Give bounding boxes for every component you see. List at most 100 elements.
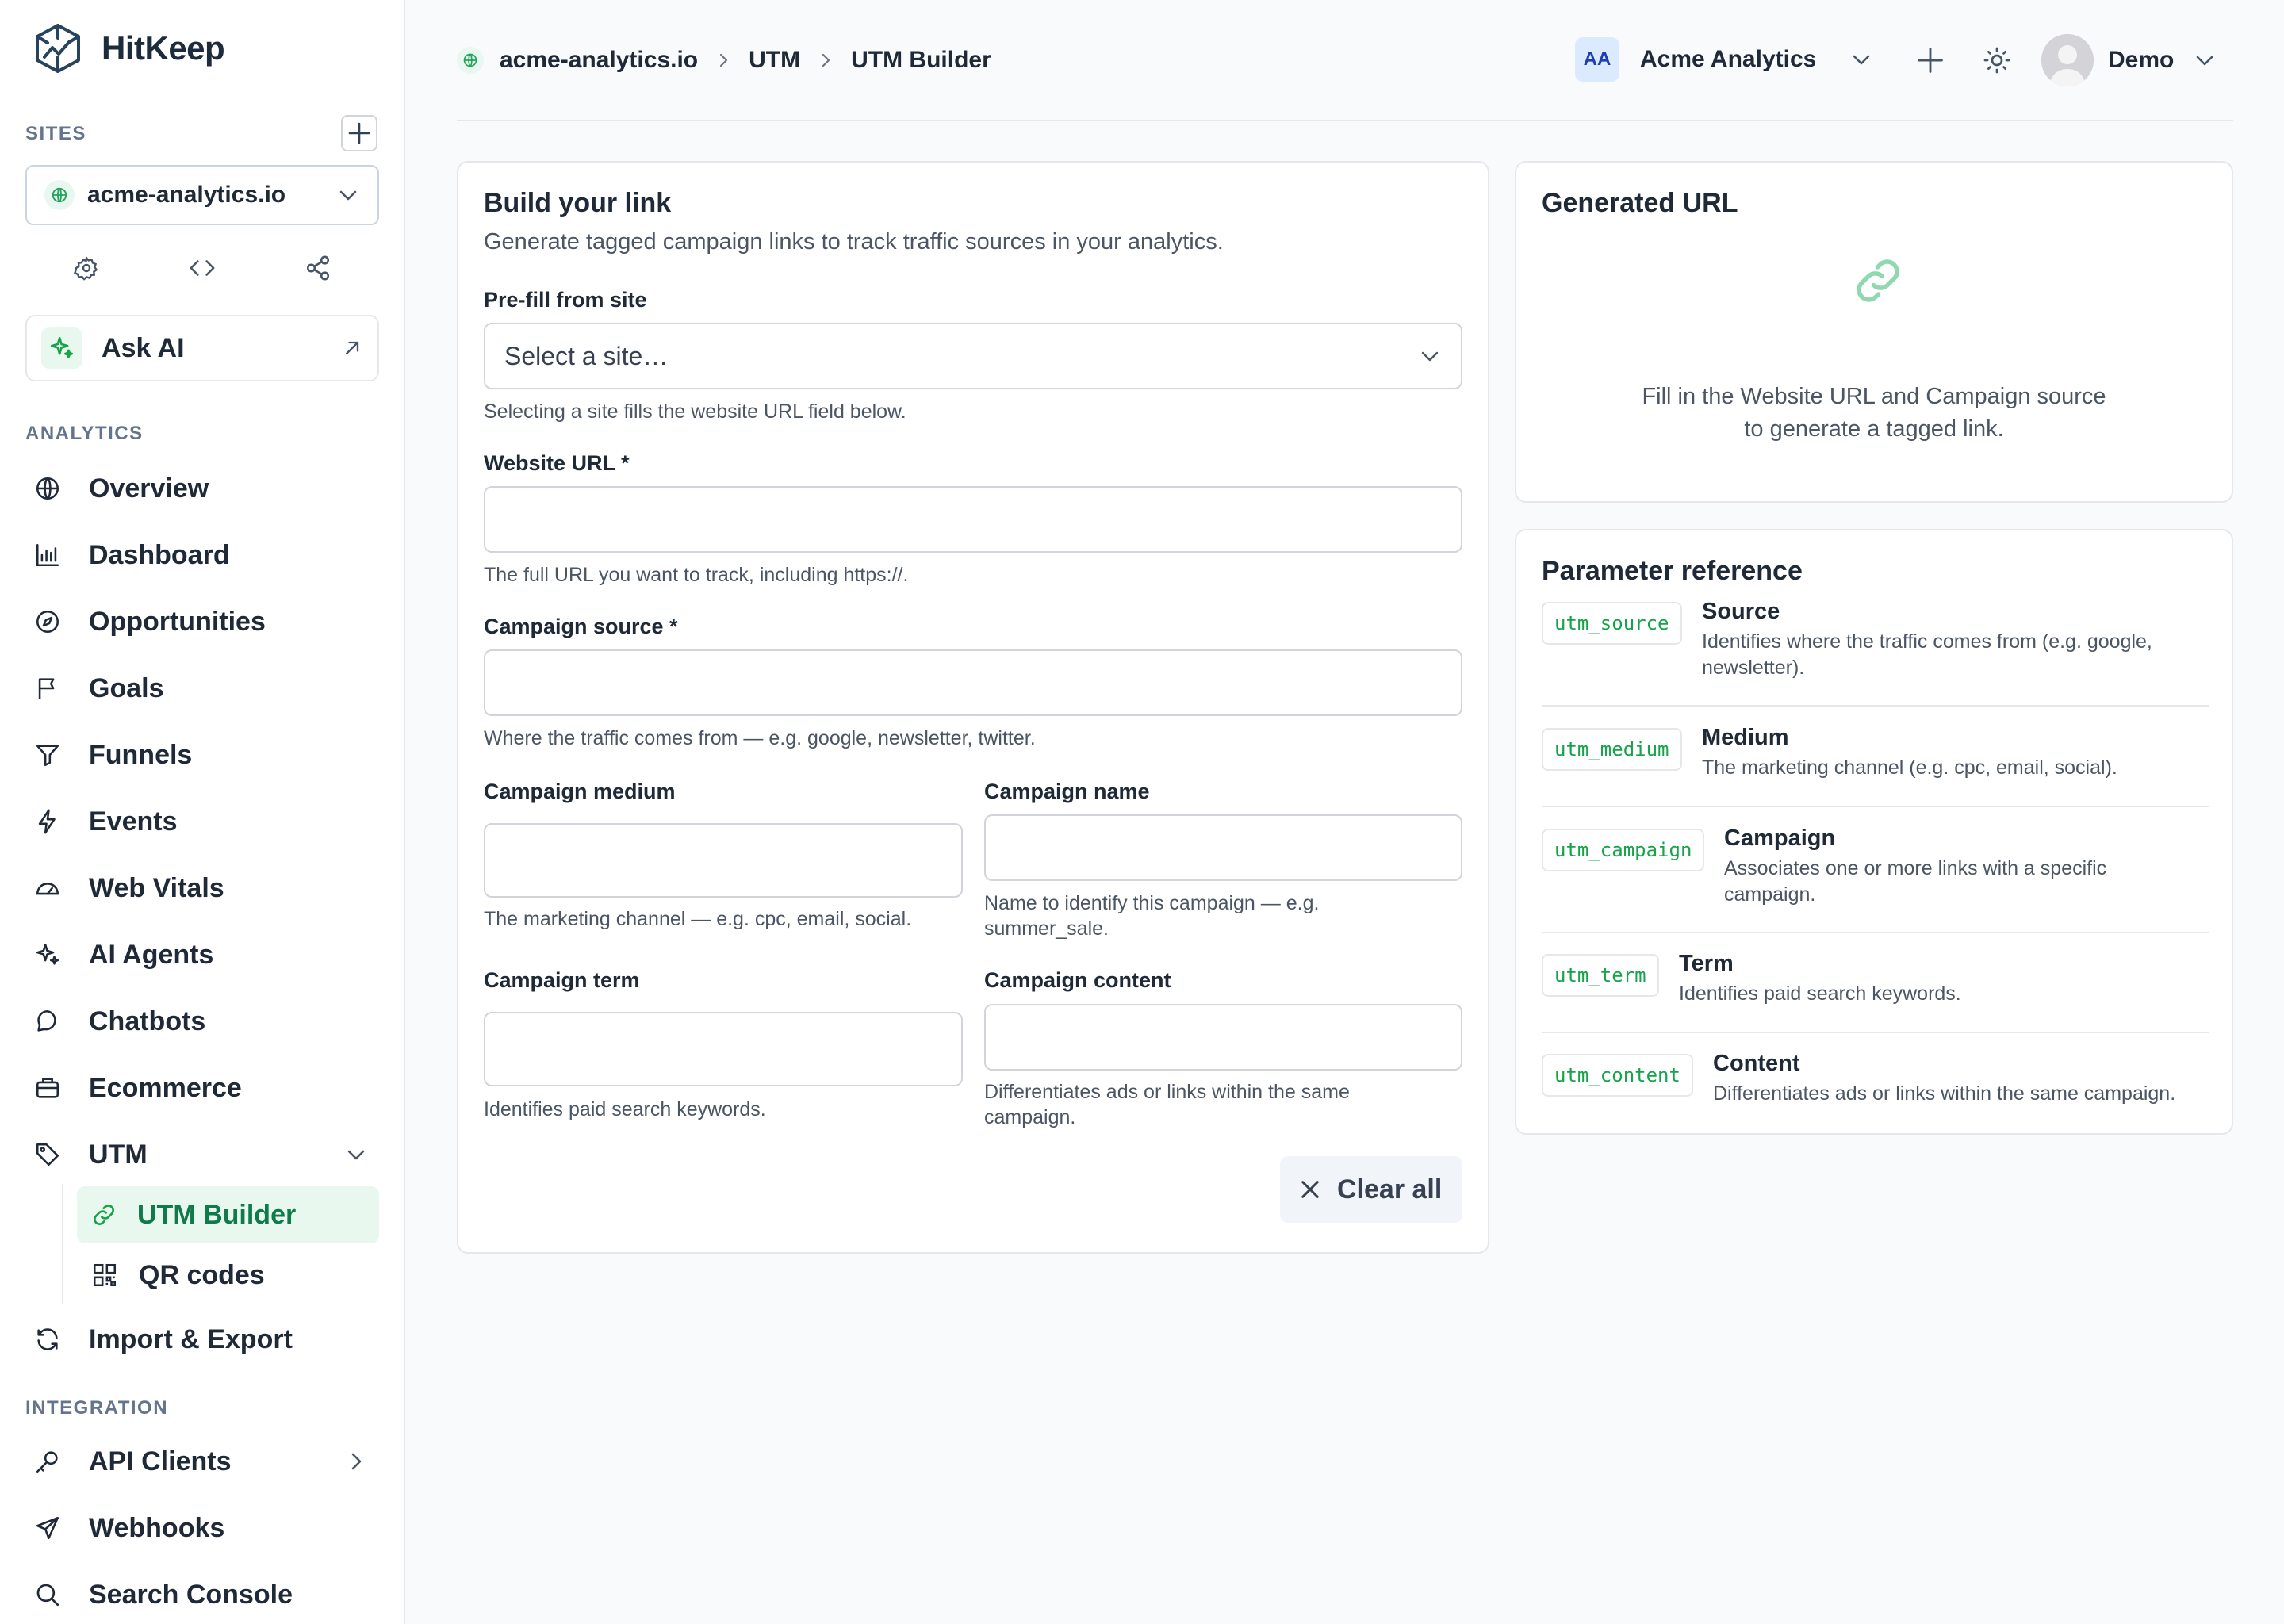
card-subtitle: Generate tagged campaign links to track … [484, 229, 1224, 255]
organization-switcher[interactable]: AA Acme Analytics [1575, 37, 1873, 82]
sidebar-item-ai-agents[interactable]: AI Agents [32, 926, 381, 983]
sidebar: HitKeep SITES acme-analytics.io Ask AI A… [0, 0, 405, 1624]
sidebar-item-funnels[interactable]: Funnels [32, 726, 381, 783]
campaign-term-hint: Identifies paid search keywords. [484, 1098, 766, 1120]
param-name: Medium [1702, 725, 1789, 750]
sidebar-item-label: AI Agents [89, 939, 214, 970]
campaign-source-input[interactable] [484, 649, 1462, 716]
theme-sun-icon[interactable] [1980, 44, 2014, 77]
site-selector[interactable]: acme-analytics.io [25, 165, 379, 225]
sidebar-item-overview[interactable]: Overview [32, 460, 381, 517]
sidebar-item-label: Chatbots [89, 1005, 206, 1036]
sidebar-item-qr-codes[interactable]: QR codes [77, 1247, 379, 1304]
param-code: utm_campaign [1542, 829, 1705, 871]
campaign-term-label: Campaign term [484, 968, 640, 992]
sidebar-item-search-console[interactable]: Search Console [32, 1566, 381, 1623]
breadcrumb-current: UTM Builder [851, 47, 991, 73]
globe-icon [32, 473, 63, 504]
sidebar-item-label: Import & Export [89, 1323, 293, 1354]
campaign-source-hint: Where the traffic comes from — e.g. goog… [484, 727, 1036, 749]
sidebar-item-web-vitals[interactable]: Web Vitals [32, 860, 381, 917]
row-divider [1542, 1032, 2209, 1033]
reference-row-utm-campaign: utm_campaign Campaign Associates one or … [1542, 825, 2209, 933]
sidebar-item-chatbots[interactable]: Chatbots [32, 993, 381, 1050]
top-bar: acme-analytics.io UTM UTM Builder AA Acm… [457, 0, 2233, 121]
campaign-content-input[interactable] [984, 1004, 1462, 1071]
reference-row-utm-content: utm_content Content Differentiates ads o… [1542, 1051, 2209, 1114]
breadcrumb-site[interactable]: acme-analytics.io [500, 47, 698, 74]
param-name: Source [1702, 599, 1780, 624]
sidebar-item-api-clients[interactable]: API Clients [32, 1433, 381, 1490]
sidebar-item-import-export[interactable]: Import & Export [32, 1311, 381, 1368]
breadcrumb-utm[interactable]: UTM [749, 47, 800, 74]
ask-ai-button[interactable]: Ask AI [25, 315, 379, 381]
bar-chart-icon [32, 539, 63, 571]
prefill-label: Pre-fill from site [484, 288, 647, 312]
add-site-button[interactable] [341, 115, 377, 151]
tag-icon [32, 1139, 63, 1170]
param-name: Campaign [1724, 825, 1836, 851]
site-settings-icon[interactable] [71, 252, 102, 284]
card-title: Parameter reference [1542, 556, 1803, 586]
sidebar-item-events[interactable]: Events [32, 793, 381, 850]
clear-all-button[interactable]: Clear all [1280, 1156, 1462, 1223]
campaign-name-label: Campaign name [984, 779, 1150, 803]
add-icon[interactable] [1914, 44, 1947, 77]
sidebar-item-label: Funnels [89, 739, 193, 770]
chevron-down-icon [1421, 351, 1439, 362]
close-icon [1301, 1181, 1319, 1198]
prefill-site-placeholder: Select a site… [504, 341, 669, 370]
site-selector-label: acme-analytics.io [87, 182, 286, 208]
avatar [2041, 34, 2094, 86]
ask-ai-label: Ask AI [102, 332, 185, 363]
campaign-term-input[interactable] [484, 1012, 963, 1086]
param-description: Differentiates ads or links within the s… [1713, 1082, 2176, 1105]
embed-code-icon[interactable] [186, 252, 218, 284]
chevron-down-icon [1849, 48, 1873, 71]
ai-sparkle-icon [41, 327, 82, 369]
campaign-medium-input[interactable] [484, 823, 963, 898]
sidebar-item-label: UTM Builder [137, 1199, 297, 1230]
campaign-name-hint-line-1: Name to identify this campaign — e.g. [984, 892, 1320, 914]
sites-section-label: SITES [25, 123, 86, 144]
campaign-content-hint-line-1: Differentiates ads or links within the s… [984, 1081, 1350, 1103]
row-divider [1542, 705, 2209, 707]
sidebar-item-goals[interactable]: Goals [32, 660, 381, 717]
parameter-reference-card: Parameter reference utm_source Source Id… [1515, 529, 2233, 1135]
clear-all-label: Clear all [1337, 1174, 1443, 1205]
briefcase-icon [32, 1072, 63, 1104]
user-menu[interactable]: Demo [2041, 34, 2217, 86]
sidebar-item-utm[interactable]: UTM [32, 1126, 381, 1183]
param-description-line-1: Associates one or more links with a spec… [1724, 857, 2107, 879]
campaign-name-input[interactable] [984, 814, 1462, 881]
arrow-up-right-icon [345, 341, 359, 355]
sidebar-item-webhooks[interactable]: Webhooks [32, 1500, 381, 1557]
param-description-line-1: Identifies where the traffic comes from … [1702, 630, 2152, 653]
key-icon [32, 1446, 63, 1477]
generated-empty-line-2: to generate a tagged link. [1744, 416, 2004, 442]
param-description: Associates one or more links with a spec… [1724, 856, 2106, 908]
sidebar-item-label: Overview [89, 473, 209, 504]
sidebar-item-ecommerce[interactable]: Ecommerce [32, 1059, 381, 1116]
hitkeep-logo-icon [32, 22, 84, 75]
param-name: Term [1679, 951, 1734, 976]
sidebar-item-dashboard[interactable]: Dashboard [32, 527, 381, 584]
user-name: Demo [2108, 47, 2175, 73]
integration-section-label: INTEGRATION [25, 1397, 169, 1419]
chat-icon [32, 1005, 63, 1037]
prefill-site-select[interactable]: Select a site… [484, 323, 1462, 389]
reference-row-utm-medium: utm_medium Medium The marketing channel … [1542, 725, 2209, 807]
website-url-input[interactable] [484, 486, 1462, 553]
sidebar-item-opportunities[interactable]: Opportunities [32, 593, 381, 650]
sidebar-item-utm-builder[interactable]: UTM Builder [77, 1186, 379, 1243]
param-description: The marketing channel (e.g. cpc, email, … [1702, 756, 2117, 779]
share-icon[interactable] [302, 252, 334, 284]
plus-icon [348, 122, 370, 144]
sidebar-item-label: API Clients [89, 1446, 232, 1477]
brand[interactable]: HitKeep [32, 22, 225, 75]
compass-icon [32, 606, 63, 638]
bolt-icon [32, 806, 63, 837]
row-divider [1542, 932, 2209, 933]
campaign-medium-hint: The marketing channel — e.g. cpc, email,… [484, 908, 912, 930]
param-description: Identifies paid search keywords. [1679, 982, 1961, 1005]
